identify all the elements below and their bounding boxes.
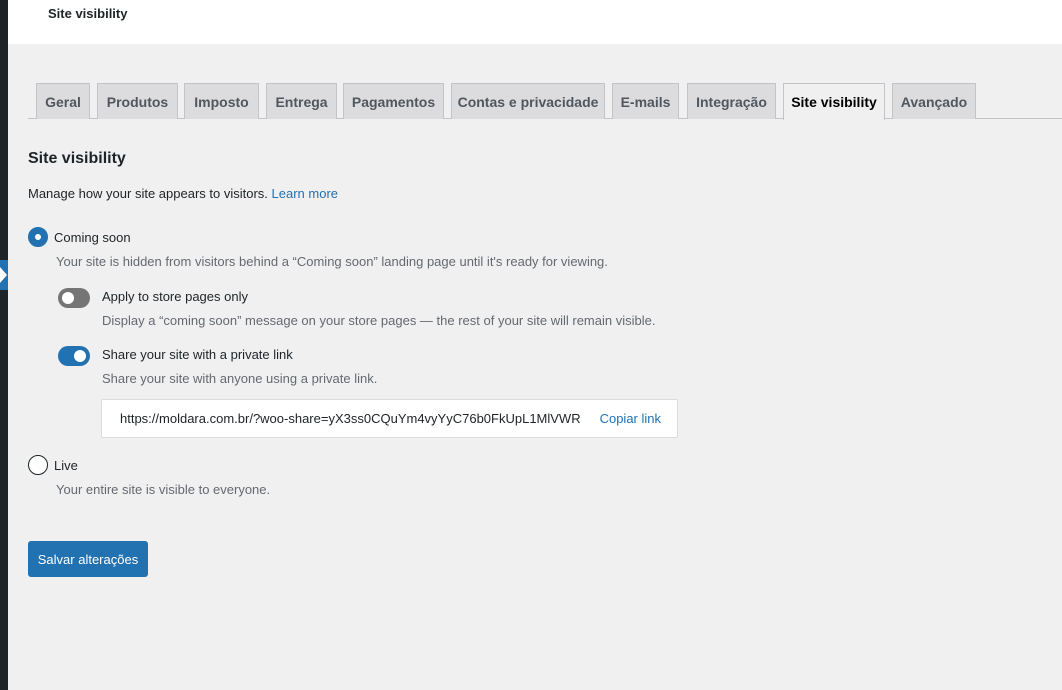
store-pages-only-description: Display a “coming soon” message on your … — [102, 313, 656, 328]
coming-soon-radio[interactable] — [28, 227, 48, 247]
section-title: Site visibility — [28, 150, 126, 167]
settings-tabs: Geral Produtos Imposto Entrega Pagamento… — [28, 83, 1062, 120]
tab-produtos[interactable]: Produtos — [97, 83, 178, 119]
admin-sidebar — [0, 0, 8, 690]
store-pages-only-toggle[interactable] — [58, 288, 90, 308]
page-title: Site visibility — [48, 6, 128, 21]
live-radio[interactable] — [28, 455, 48, 475]
private-link-description: Share your site with anyone using a priv… — [102, 371, 378, 386]
tab-avancado[interactable]: Avançado — [892, 83, 976, 119]
copy-link-button[interactable]: Copiar link — [600, 411, 661, 426]
toggle-knob — [62, 292, 74, 304]
tab-e-mails[interactable]: E-mails — [612, 83, 679, 119]
private-link-label[interactable]: Share your site with a private link — [102, 347, 293, 362]
private-link-url[interactable]: https://moldara.com.br/?woo-share=yX3ss0… — [120, 411, 588, 426]
sidebar-active-pointer — [0, 260, 8, 290]
private-link-box: https://moldara.com.br/?woo-share=yX3ss0… — [101, 399, 678, 438]
tab-integracao[interactable]: Integração — [687, 83, 776, 119]
tab-imposto[interactable]: Imposto — [184, 83, 259, 119]
tab-geral[interactable]: Geral — [36, 83, 90, 119]
tab-pagamentos[interactable]: Pagamentos — [343, 83, 444, 119]
private-link-toggle[interactable] — [58, 346, 90, 366]
save-changes-button[interactable]: Salvar alterações — [28, 541, 148, 577]
toggle-knob — [74, 350, 86, 362]
tab-site-visibility[interactable]: Site visibility — [783, 83, 885, 120]
store-pages-only-label[interactable]: Apply to store pages only — [102, 289, 248, 304]
live-description: Your entire site is visible to everyone. — [56, 482, 271, 497]
intro-text: Manage how your site appears to visitors… — [28, 186, 268, 201]
tab-entrega[interactable]: Entrega — [266, 83, 337, 119]
coming-soon-description: Your site is hidden from visitors behind… — [56, 254, 608, 269]
coming-soon-label[interactable]: Coming soon — [54, 230, 131, 245]
live-label[interactable]: Live — [54, 458, 78, 473]
page-header: Site visibility — [8, 0, 1062, 44]
tab-contas-e-privacidade[interactable]: Contas e privacidade — [451, 83, 605, 119]
section-intro: Manage how your site appears to visitors… — [28, 186, 338, 201]
learn-more-link[interactable]: Learn more — [272, 186, 338, 201]
